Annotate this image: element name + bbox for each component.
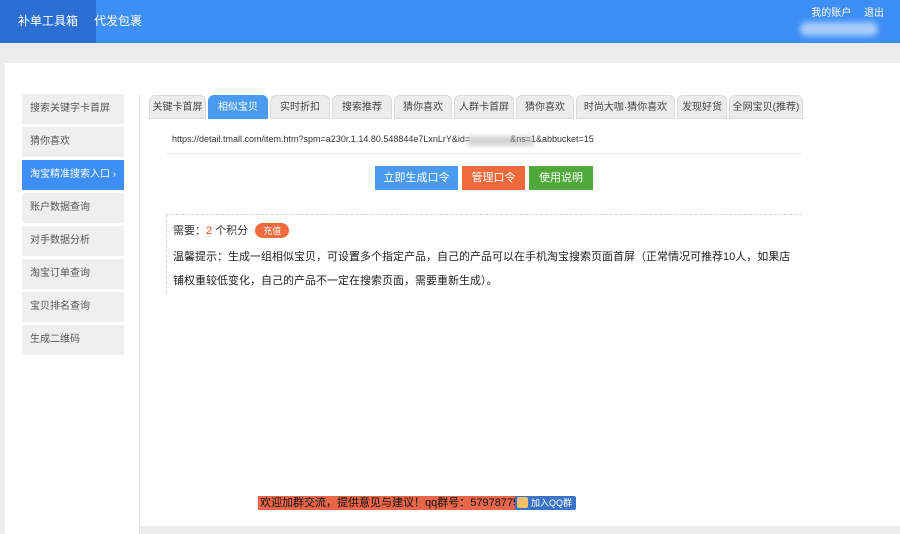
tab-guess-you-like-2[interactable]: 猜你喜欢 [516,95,574,119]
top-navbar: 补单工具箱 代发包裹 我的账户 退出 [0,0,900,43]
sidebar-item-guess-you-like[interactable]: 猜你喜欢 [22,127,124,157]
sidebar: 搜索关键字卡首屏 猜你喜欢 淘宝精准搜索入口 › 账户数据查询 对手数据分析 淘… [22,94,124,358]
sidebar-item-order-query[interactable]: 淘宝订单查询 [22,259,124,289]
sidebar-item-rank-query[interactable]: 宝贝排名查询 [22,292,124,322]
my-account-link[interactable]: 我的账户 [811,8,851,19]
cost-prefix: 需要： [173,225,206,237]
tab-good-finds[interactable]: 发现好货 [677,95,727,119]
tip-text: 温馨提示：生成一组相似宝贝，可设置多个指定产品，自己的产品可以在手机淘宝搜索页面… [173,251,791,287]
sidebar-item-competitor-analysis[interactable]: 对手数据分析 [22,226,124,256]
tab-realtime-discount[interactable]: 实时折扣 [270,95,330,119]
blurred-item-id [468,136,534,146]
sidebar-item-precise-search-entry[interactable]: 淘宝精准搜索入口 › [22,160,124,190]
usage-help-button[interactable]: 使用说明 [529,166,593,190]
cost-suffix: 个积分 [215,225,249,237]
join-group-label: 加入QQ群 [531,498,573,508]
sidebar-item-qrcode[interactable]: 生成二维码 [22,325,124,355]
tab-guess-you-like[interactable]: 猜你喜欢 [394,95,452,119]
info-box: 需要：2 个积分 充值 温馨提示：生成一组相似宝贝，可设置多个指定产品，自己的产… [166,214,802,294]
blurred-username [800,22,878,36]
qq-group-notice: 欢迎加群交流，提供意见与建议！qq群号：579787758 [258,496,528,510]
tab-fashion-guess[interactable]: 时尚大咖·猜你喜欢 [576,95,675,119]
generate-command-button[interactable]: 立即生成口令 [375,166,458,190]
sidebar-item-account-data[interactable]: 账户数据查询 [22,193,124,223]
nav-package-shipping[interactable]: 代发包裹 [76,0,160,43]
tab-similar-items[interactable]: 相似宝贝 [208,95,268,119]
qq-avatar-icon [517,497,528,508]
join-qq-group-button[interactable]: 加入QQ群 [515,496,577,510]
url-row [166,130,802,154]
sidebar-item-keyword-first-screen[interactable]: 搜索关键字卡首屏 [22,94,124,124]
divider [139,94,140,534]
manage-command-button[interactable]: 管理口令 [462,166,525,190]
cost-value: 2 [206,225,213,237]
recharge-button[interactable]: 充值 [255,223,290,238]
account-links: 我的账户 退出 [801,4,884,19]
tab-all-network[interactable]: 全网宝贝(推荐) [729,95,803,119]
tab-search-recommend[interactable]: 搜索推荐 [332,95,392,119]
tab-keyword-first-screen[interactable]: 关键卡首屏 [149,95,206,119]
bottom-divider [140,526,900,534]
logout-link[interactable]: 退出 [864,8,884,19]
tab-crowd-first-screen[interactable]: 人群卡首屏 [454,95,514,119]
points-cost: 需要：2 个积分 充值 [173,222,290,238]
